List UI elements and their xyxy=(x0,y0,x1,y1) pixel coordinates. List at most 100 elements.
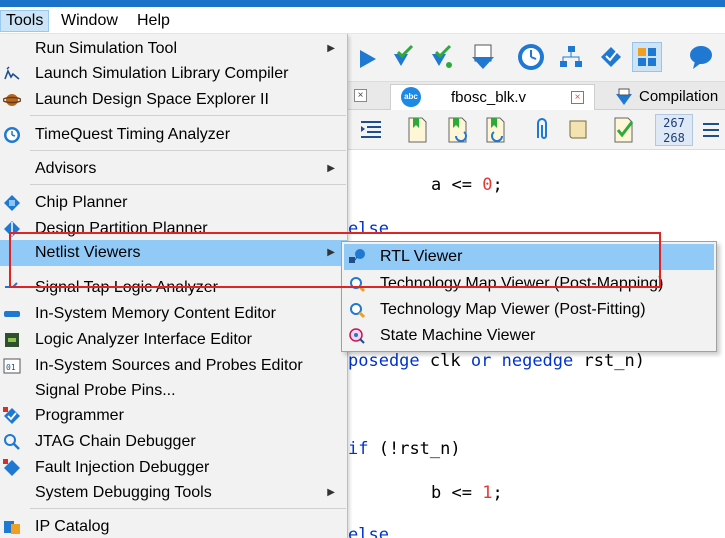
prev-bookmark-icon[interactable] xyxy=(480,115,510,145)
code-number: 0 xyxy=(482,175,493,195)
bookmark-icon[interactable] xyxy=(402,115,432,145)
tech-map-icon xyxy=(350,277,366,293)
verilog-file-icon: abc xyxy=(401,87,421,107)
menu-item-fault-injection-debugger[interactable]: Fault Injection Debugger xyxy=(0,455,347,481)
menu-item-label: Netlist Viewers xyxy=(35,244,141,261)
menu-tools[interactable]: Tools xyxy=(0,10,50,32)
window-title-bar xyxy=(0,0,725,7)
check-file-icon[interactable] xyxy=(608,115,638,145)
tab-label: fbosc_blk.v xyxy=(451,89,527,106)
line-number-top: 267 xyxy=(663,116,685,130)
menu-window[interactable]: Window xyxy=(56,10,123,32)
menu-item-system-debugging-tools[interactable]: System Debugging Tools ▶ xyxy=(0,480,347,506)
compilation-icon xyxy=(616,88,632,105)
code-keyword: else xyxy=(348,219,389,239)
analysis-synthesis-icon[interactable] xyxy=(388,42,418,72)
submenu-arrow-icon: ▶ xyxy=(327,247,335,258)
help-speech-icon[interactable] xyxy=(686,42,716,72)
submenu-item-tech-map-post-fitting[interactable]: Technology Map Viewer (Post-Fitting) xyxy=(344,297,714,323)
submenu-item-label: State Machine Viewer xyxy=(380,327,536,344)
start-compilation-icon[interactable] xyxy=(352,44,382,74)
line-number-bottom: 268 xyxy=(663,131,685,145)
menu-item-chip-planner[interactable]: Chip Planner xyxy=(0,190,347,216)
menu-item-design-partition-planner[interactable]: Design Partition Planner xyxy=(0,216,347,238)
code-number: 1 xyxy=(482,483,493,503)
attach-icon[interactable] xyxy=(526,115,556,145)
code-token: <= xyxy=(451,175,472,195)
programmer-icon xyxy=(3,407,20,424)
partition-planner-icon xyxy=(4,221,20,237)
menu-item-signal-probe-pins[interactable]: Signal Probe Pins... xyxy=(0,378,347,404)
menu-item-advisors[interactable]: Advisors ▶ xyxy=(0,156,347,182)
submenu-item-tech-map-post-mapping[interactable]: Technology Map Viewer (Post-Mapping) xyxy=(344,271,714,297)
design-assistant-icon[interactable] xyxy=(468,42,498,72)
tools-menu: Run Simulation Tool ▶ Launch Simulation … xyxy=(0,34,348,538)
chip-planner-toolbar-icon[interactable] xyxy=(632,42,662,72)
code-keyword: negedge xyxy=(501,351,574,371)
menu-item-label: Programmer xyxy=(35,407,124,424)
next-bookmark-icon[interactable] xyxy=(442,115,472,145)
menu-item-programmer[interactable]: Programmer xyxy=(0,403,347,429)
memory-editor-icon xyxy=(4,311,20,317)
menu-item-logic-analyzer-interface-editor[interactable]: Logic Analyzer Interface Editor xyxy=(0,327,347,353)
menu-lines-icon[interactable] xyxy=(696,115,725,145)
sources-probes-icon: 01 xyxy=(3,358,21,374)
hierarchy-icon[interactable] xyxy=(556,42,586,72)
chip-planner-icon xyxy=(4,195,20,211)
rtl-viewer-icon xyxy=(349,249,365,263)
state-machine-icon xyxy=(349,328,365,344)
editor-tab-strip: × abc fbosc_blk.v × Compilation xyxy=(348,82,725,110)
code-token: b xyxy=(431,483,442,503)
code-line: if (!rst_n) xyxy=(348,439,461,459)
timequest-clock-icon xyxy=(4,127,20,143)
menu-item-timequest-timing-analyzer[interactable]: TimeQuest Timing Analyzer xyxy=(0,122,347,148)
menu-item-label: Chip Planner xyxy=(35,194,128,211)
menu-item-label: Launch Design Space Explorer II xyxy=(35,91,269,108)
timequest-icon[interactable] xyxy=(516,42,546,72)
close-tab-icon[interactable]: × xyxy=(571,91,584,104)
code-token: <= xyxy=(451,483,472,503)
main-toolbar xyxy=(348,34,725,82)
menu-item-label: Logic Analyzer Interface Editor xyxy=(35,331,253,348)
template-scroll-icon[interactable] xyxy=(564,115,594,145)
menu-item-signal-tap-logic-analyzer[interactable]: Signal Tap Logic Analyzer xyxy=(0,275,347,301)
tab-label: Compilation xyxy=(639,88,719,105)
menu-help[interactable]: Help xyxy=(132,10,175,32)
code-token: a xyxy=(431,175,442,195)
code-keyword: or xyxy=(470,351,492,371)
menu-item-label: Run Simulation Tool xyxy=(35,40,178,57)
submenu-item-state-machine-viewer[interactable]: State Machine Viewer xyxy=(344,323,714,349)
netlist-viewers-submenu: RTL Viewer Technology Map Viewer (Post-M… xyxy=(341,241,717,352)
menu-item-label: Fault Injection Debugger xyxy=(35,459,210,476)
menu-item-jtag-chain-debugger[interactable]: JTAG Chain Debugger xyxy=(0,429,347,455)
menu-item-netlist-viewers[interactable]: Netlist Viewers ▶ xyxy=(0,240,347,266)
fault-injection-icon xyxy=(3,459,20,476)
menu-item-label: Launch Simulation Library Compiler xyxy=(35,65,289,82)
menu-item-run-simulation-tool[interactable]: Run Simulation Tool ▶ xyxy=(0,36,347,62)
analysis-elaboration-icon[interactable] xyxy=(426,42,456,72)
lai-editor-icon xyxy=(5,333,19,347)
programmer-toolbar-icon[interactable] xyxy=(596,42,626,72)
menu-item-label: Design Partition Planner xyxy=(35,220,208,237)
ip-catalog-icon xyxy=(4,521,20,534)
code-keyword: if xyxy=(348,439,369,459)
tech-map-icon xyxy=(350,303,366,319)
menu-item-label: JTAG Chain Debugger xyxy=(35,433,196,450)
menu-item-launch-simulation-library-compiler[interactable]: Launch Simulation Library Compiler xyxy=(0,61,347,87)
code-token: ; xyxy=(492,483,503,503)
tab-compilation[interactable]: Compilation xyxy=(610,84,725,110)
menu-item-launch-design-space-explorer[interactable]: Launch Design Space Explorer II xyxy=(0,87,347,113)
indent-icon[interactable] xyxy=(356,115,386,145)
menu-item-ip-catalog[interactable]: IP Catalog xyxy=(0,514,347,538)
tab-fbosc-blk[interactable]: abc fbosc_blk.v × xyxy=(390,84,595,110)
close-tab-icon[interactable]: × xyxy=(354,89,367,102)
menu-item-label: Signal Probe Pins... xyxy=(35,382,176,399)
menu-item-label: Signal Tap Logic Analyzer xyxy=(35,279,218,296)
menu-item-in-system-sources-probes-editor[interactable]: 01 In-System Sources and Probes Editor xyxy=(0,353,347,379)
code-token: ; xyxy=(492,175,503,195)
menu-item-in-system-memory-content-editor[interactable]: In-System Memory Content Editor xyxy=(0,301,347,327)
svg-text:01: 01 xyxy=(6,363,16,372)
menu-item-label: TimeQuest Timing Analyzer xyxy=(35,126,231,143)
submenu-item-rtl-viewer[interactable]: RTL Viewer xyxy=(344,244,714,270)
code-token: rst_n) xyxy=(583,351,645,371)
